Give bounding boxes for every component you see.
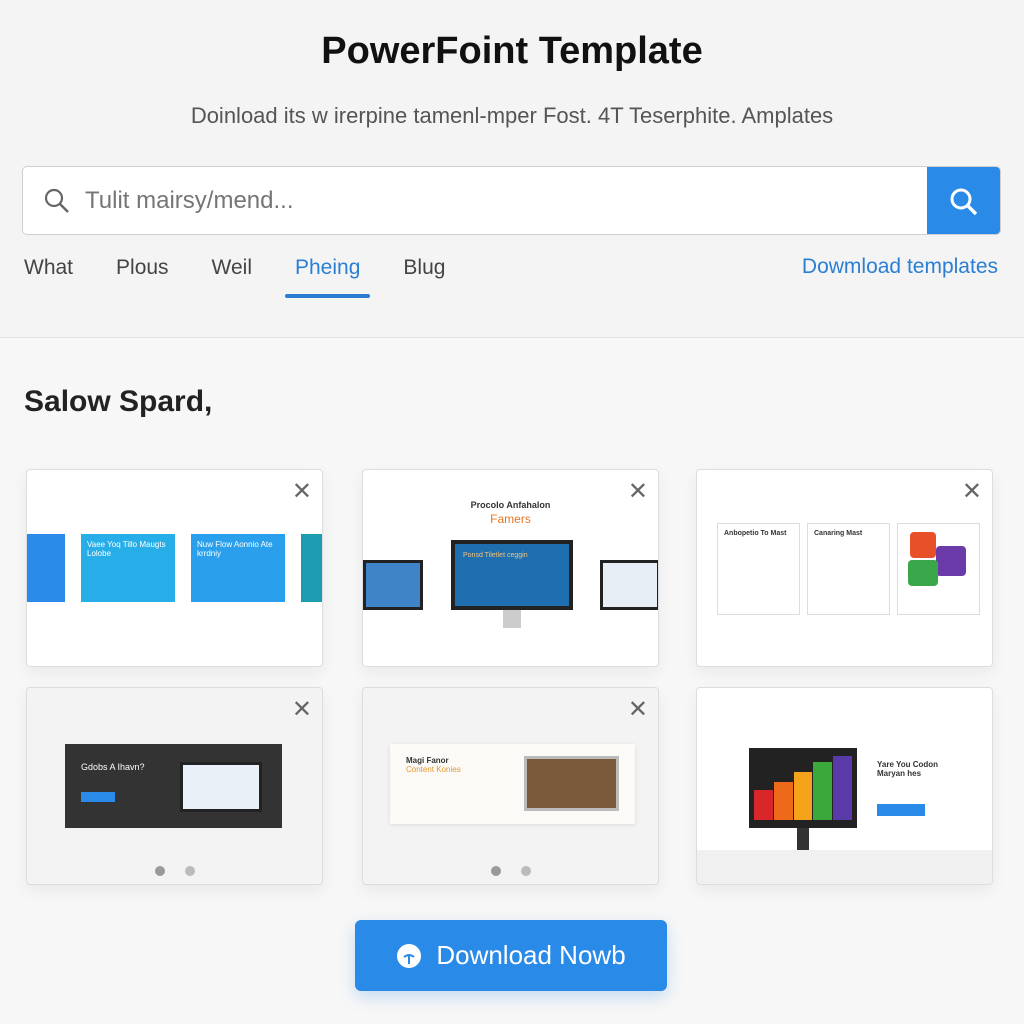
page-title: PowerFoint Template: [321, 30, 703, 72]
slide-thumbnail: [27, 534, 65, 602]
slide-text: Famers: [490, 512, 531, 526]
slide-thumbnail: Canaring Mast: [807, 523, 890, 615]
header: PowerFoint Template Doinload its w irerp…: [0, 0, 1024, 338]
page-subtitle: Doinload its w irerpine tamenl-mper Fost…: [190, 103, 834, 128]
download-templates-link[interactable]: Dowmload templates: [802, 255, 998, 279]
tab-what[interactable]: What: [24, 256, 73, 298]
slide-thumbnail: Magi Fanor Content Konies: [390, 744, 635, 824]
search-bar: [22, 166, 1001, 235]
template-card[interactable]: ✕ Vaee Yoq Tillo Maugts Lolobe Nuw Flow …: [26, 469, 323, 667]
tab-bar: What Plous Weil Pheing Blug: [24, 256, 488, 298]
close-icon[interactable]: ✕: [292, 480, 312, 504]
slide-thumbnail: [897, 523, 980, 615]
template-card[interactable]: ✕ Magi Fanor Content Konies: [362, 687, 659, 885]
tab-blug[interactable]: Blug: [403, 256, 445, 298]
monitor-image: [749, 748, 857, 828]
slide-text: Ponsd Tiletlet ceggin: [463, 552, 528, 559]
template-card[interactable]: ✕ Procolo Anfahalon Famers Ponsd Tiletle…: [362, 469, 659, 667]
slide-thumbnail: Nuw Flow Aonnio Ate krrdniy: [191, 534, 285, 602]
tab-pheing[interactable]: Pheing: [284, 256, 371, 298]
carousel-dots: [363, 866, 658, 876]
slide-text: Vaee Yoq Tillo Maugts Lolobe: [87, 540, 166, 558]
slide-text: Anbopetio To Mast: [724, 530, 787, 537]
download-icon: [397, 943, 422, 968]
slide-text: Yare You Codon Maryan hes: [877, 760, 939, 778]
slide-thumbnail: Vaee Yoq Tillo Maugts Lolobe: [81, 534, 175, 602]
close-icon[interactable]: ✕: [962, 480, 982, 504]
slide-thumbnail: Gdobs A Ihavn?: [65, 744, 282, 828]
slide-thumbnail: [301, 534, 322, 602]
slide-text: Procolo Anfahalon: [470, 500, 551, 510]
slide-text: Gdobs A Ihavn?: [81, 762, 145, 772]
search-button[interactable]: [927, 167, 1000, 234]
download-now-label: Download Nowb: [436, 940, 626, 970]
monitor-stand: [503, 610, 521, 628]
template-card[interactable]: ✕ Gdobs A Ihavn?: [26, 687, 323, 885]
carousel-dot[interactable]: [154, 866, 165, 876]
section-title: Salow Spard,: [24, 385, 213, 418]
slide-thumbnail: Anbopetio To Mast: [717, 523, 800, 615]
carousel-dot[interactable]: [490, 866, 501, 876]
search-icon: [950, 188, 977, 215]
monitor-image: Ponsd Tiletlet ceggin: [451, 540, 573, 610]
carousel-dot[interactable]: [520, 866, 531, 876]
tab-plous[interactable]: Plous: [116, 256, 169, 298]
search-icon: [44, 188, 69, 213]
slide-text: Canaring Mast: [814, 530, 863, 537]
search-input[interactable]: [85, 167, 925, 234]
monitor-image: [600, 560, 658, 610]
tab-weil[interactable]: Weil: [212, 256, 252, 298]
template-card[interactable]: ✕ Anbopetio To Mast Canaring Mast: [696, 469, 993, 667]
carousel-dot[interactable]: [184, 866, 195, 876]
template-card[interactable]: Yare You Codon Maryan hes: [696, 687, 993, 885]
close-icon[interactable]: ✕: [292, 698, 312, 722]
monitor-image: [363, 560, 423, 610]
close-icon[interactable]: ✕: [628, 698, 648, 722]
download-now-button[interactable]: Download Nowb: [355, 920, 667, 991]
carousel-dots: [27, 866, 322, 876]
slide-text: Nuw Flow Aonnio Ate krrdniy: [197, 540, 273, 558]
